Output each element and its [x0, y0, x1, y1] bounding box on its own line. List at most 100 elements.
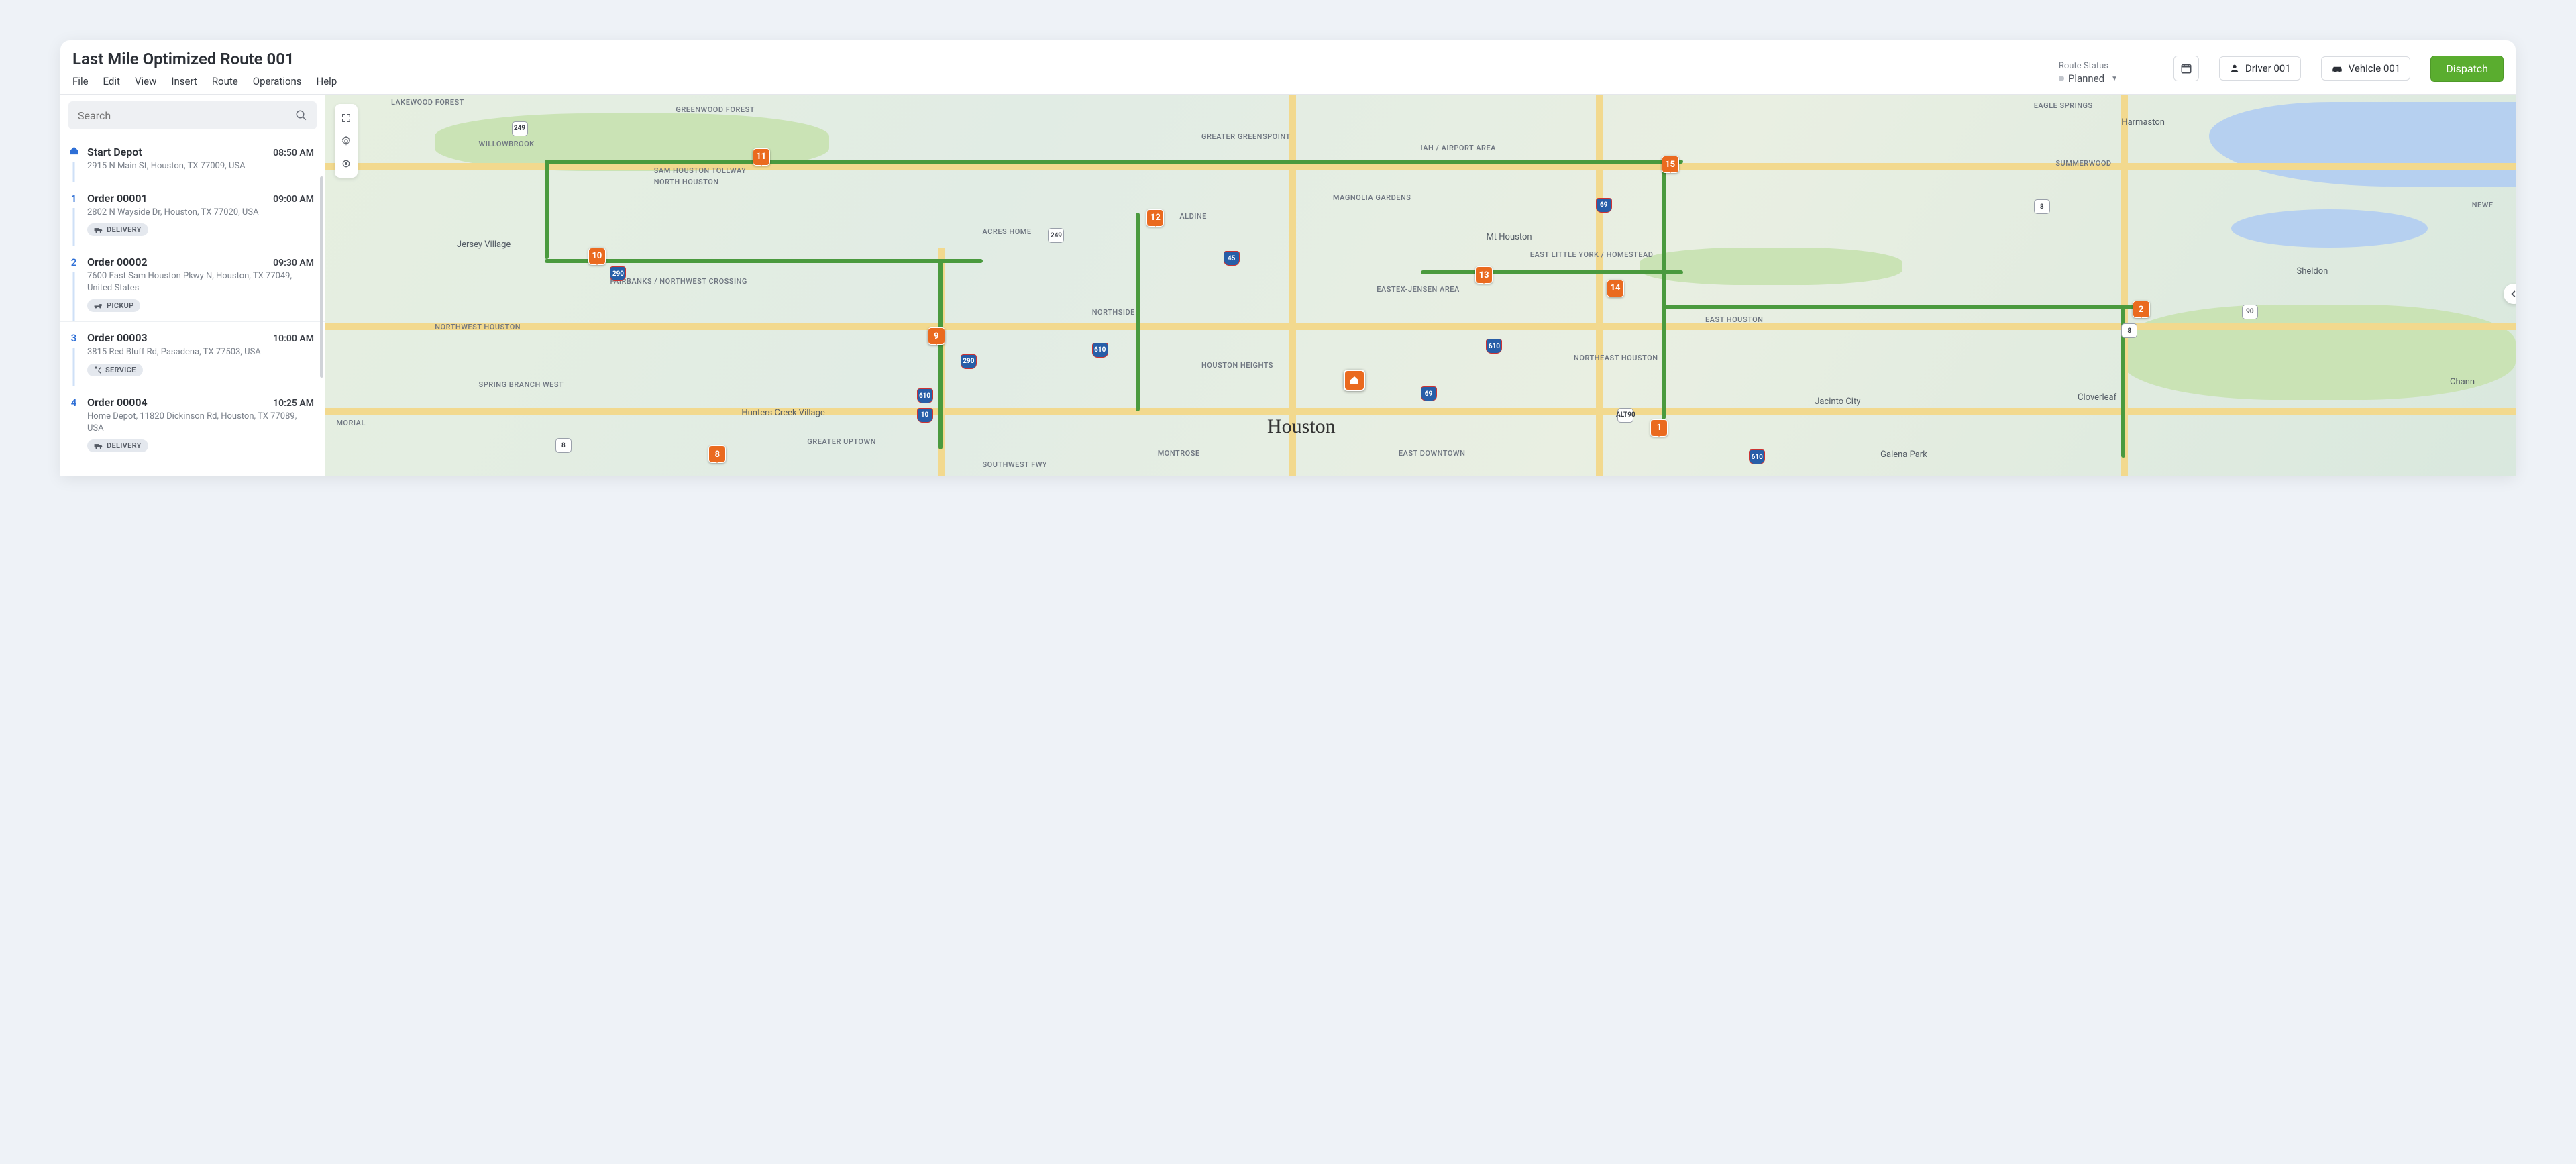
list-item[interactable]: 4Order 0000410:25 AMHome Depot, 11820 Di…	[60, 386, 325, 462]
highway-shield: ALT90	[1617, 408, 1633, 423]
menu-help[interactable]: Help	[317, 75, 337, 87]
stops-list[interactable]: Start Depot08:50 AM2915 N Main St, Houst…	[60, 136, 325, 476]
map-stop-marker[interactable]: 10	[588, 248, 606, 265]
highway-shield: 249	[1048, 228, 1064, 243]
menu-operations[interactable]: Operations	[253, 75, 302, 87]
stop-name: Order 00003	[87, 331, 148, 344]
menu-route[interactable]: Route	[212, 75, 238, 87]
stop-address: 2915 N Main St, Houston, TX 77009, USA	[87, 160, 314, 172]
map-place-label: Galena Park	[1880, 449, 1927, 460]
car-icon	[2331, 64, 2343, 73]
map-stop-marker[interactable]: 13	[1475, 266, 1493, 284]
map-stop-marker[interactable]: 2	[2133, 301, 2150, 318]
scrollbar[interactable]	[320, 176, 323, 378]
highway-shield: 610	[1092, 343, 1108, 358]
map-neighborhood-label: SPRING BRANCH WEST	[479, 381, 564, 390]
target-icon	[341, 158, 352, 169]
highway-shield: 45	[1224, 251, 1240, 266]
stop-address: 3815 Red Bluff Rd, Pasadena, TX 77503, U…	[87, 346, 314, 358]
map-neighborhood-label: GREATER GREENSPOINT	[1201, 133, 1291, 142]
map-neighborhood-label: EAGLE SPRINGS	[2034, 102, 2093, 111]
settings-button[interactable]	[336, 131, 356, 151]
fullscreen-icon	[341, 113, 352, 123]
map-neighborhood-label: Aldine	[1179, 213, 1207, 221]
list-item[interactable]: 1Order 0000109:00 AM2802 N Wayside Dr, H…	[60, 182, 325, 247]
stop-number: 3	[71, 332, 77, 344]
highway-shield: 249	[512, 121, 528, 136]
map-stop-marker[interactable]: 1	[1650, 419, 1668, 437]
stop-time: 09:00 AM	[273, 194, 314, 205]
map-tools	[335, 104, 358, 178]
map-place-label: Jersey Village	[457, 240, 511, 250]
map-neighborhood-label: NORTH HOUSTON	[654, 178, 719, 187]
fullscreen-button[interactable]	[336, 108, 356, 128]
map-neighborhood-label: MORIAL	[336, 419, 366, 428]
map-place-label: Hunters Creek Village	[741, 408, 824, 418]
map-neighborhood-label: GREENWOOD FOREST	[676, 106, 755, 115]
stop-type-badge: SERVICE	[87, 364, 143, 376]
list-item[interactable]: Start Depot08:50 AM2915 N Main St, Houst…	[60, 136, 325, 182]
map-neighborhood-label: ACRES HOME	[983, 228, 1032, 237]
map-neighborhood-label: NORTHEAST HOUSTON	[1574, 354, 1658, 363]
map-neighborhood-label: EAST LITTLE YORK / HOMESTEAD	[1530, 251, 1654, 260]
map-place-label: Jacinto City	[1815, 396, 1860, 407]
highway-shield: 290	[961, 354, 977, 369]
home-icon	[1349, 375, 1360, 386]
driver-label: Driver 001	[2245, 62, 2291, 74]
stop-address: Home Depot, 11820 Dickinson Rd, Houston,…	[87, 411, 314, 434]
chevron-left-icon	[2509, 289, 2516, 299]
calendar-button[interactable]	[2174, 56, 2199, 81]
stop-number: 4	[71, 396, 77, 409]
map-neighborhood-label: Southwest Fwy	[983, 461, 1048, 470]
map-canvas[interactable]: Houston LAKEWOOD FORESTGREENWOOD FORESTW…	[325, 95, 2516, 476]
map-neighborhood-label: FAIRBANKS / NORTHWEST CROSSING	[610, 278, 747, 286]
search-input-wrapper[interactable]	[68, 101, 317, 129]
header: Last Mile Optimized Route 001 File Edit …	[60, 40, 2516, 95]
vehicle-button[interactable]: Vehicle 001	[2321, 56, 2411, 81]
map-place-label: Mt Houston	[1486, 232, 1532, 242]
stop-type-badge: DELIVERY	[87, 439, 148, 452]
search-icon	[295, 109, 307, 121]
locate-button[interactable]	[336, 154, 356, 174]
stop-time: 10:00 AM	[273, 333, 314, 344]
map-stop-marker[interactable]: 9	[928, 327, 945, 345]
menu-bar: File Edit View Insert Route Operations H…	[72, 75, 337, 87]
person-icon	[2229, 63, 2240, 74]
route-status-dropdown[interactable]: Route Status Planned ▼	[2059, 61, 2133, 87]
map-stop-marker[interactable]: 8	[708, 445, 726, 463]
stop-time: 08:50 AM	[273, 148, 314, 158]
map-neighborhood-label: NORTHWEST HOUSTON	[435, 323, 521, 332]
menu-edit[interactable]: Edit	[103, 75, 120, 87]
vehicle-label: Vehicle 001	[2349, 62, 2401, 74]
map-neighborhood-label: NEWF	[2472, 201, 2493, 210]
menu-file[interactable]: File	[72, 75, 89, 87]
map-stop-marker[interactable]: 15	[1662, 156, 1679, 173]
map-neighborhood-label: MAGNOLIA GARDENS	[1333, 194, 1411, 203]
driver-button[interactable]: Driver 001	[2219, 56, 2301, 81]
search-input[interactable]	[78, 109, 295, 122]
stops-sidebar: Start Depot08:50 AM2915 N Main St, Houst…	[60, 95, 325, 476]
highway-shield: 290	[610, 266, 626, 281]
stop-time: 09:30 AM	[273, 258, 314, 268]
home-icon	[69, 146, 79, 156]
map-depot-marker[interactable]	[1344, 370, 1365, 391]
highway-shield: 8	[555, 438, 572, 453]
highway-shield: 90	[2242, 305, 2258, 319]
map-stop-marker[interactable]: 14	[1607, 280, 1624, 297]
route-editor-window: Last Mile Optimized Route 001 File Edit …	[60, 40, 2516, 476]
map-stop-marker[interactable]: 11	[753, 148, 770, 166]
map-neighborhood-label: WILLOWBROOK	[479, 140, 535, 149]
collapse-panel-button[interactable]	[2504, 284, 2516, 304]
list-item[interactable]: 2Order 0000209:30 AM7600 East Sam Housto…	[60, 246, 325, 322]
map-neighborhood-label: HOUSTON HEIGHTS	[1201, 362, 1273, 370]
chevron-down-icon: ▼	[2111, 75, 2118, 83]
highway-shield: 10	[917, 408, 933, 423]
dispatch-button[interactable]: Dispatch	[2430, 56, 2504, 82]
map-stop-marker[interactable]: 12	[1146, 209, 1164, 227]
stop-number: 1	[71, 193, 77, 205]
map-neighborhood-label: IAH / AIRPORT AREA	[1421, 144, 1496, 153]
menu-view[interactable]: View	[135, 75, 156, 87]
stop-number: 2	[71, 256, 77, 268]
list-item[interactable]: 3 Order 00003 10:00 AM 3815 Red Bluff Rd, P…	[60, 322, 325, 386]
menu-insert[interactable]: Insert	[171, 75, 197, 87]
